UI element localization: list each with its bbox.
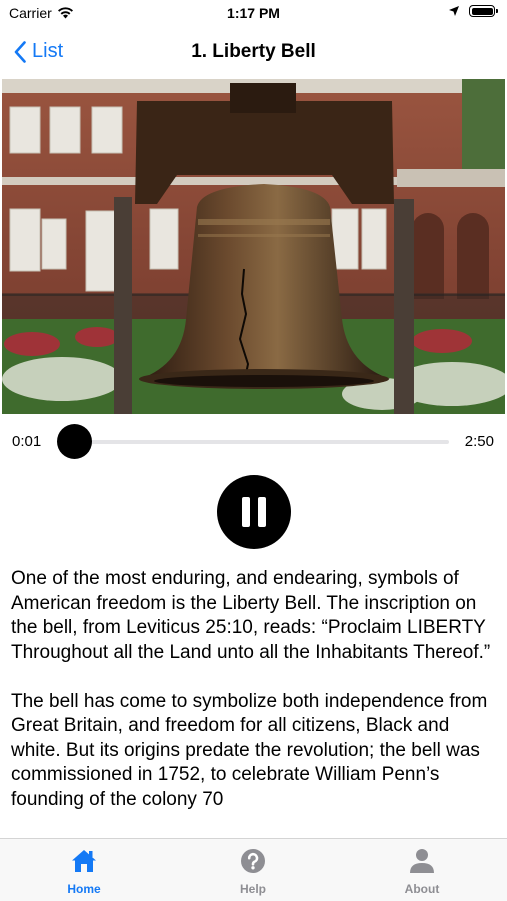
pause-icon-bar-right (258, 497, 266, 527)
status-bar: Carrier 1:17 PM (0, 0, 507, 28)
duration: 2:50 (464, 433, 494, 450)
current-time: 0:01 (12, 433, 42, 450)
tab-help-label: Help (239, 882, 266, 896)
location-arrow-icon (449, 6, 459, 16)
description: One of the most enduring, and endearing,… (11, 567, 497, 837)
pause-icon-bar-left (242, 497, 250, 527)
scrubber-thumb[interactable] (57, 424, 92, 459)
person-icon (410, 849, 434, 873)
description-paragraph: The bell has come to symbolize both inde… (11, 690, 488, 810)
tab-about[interactable]: About (362, 848, 482, 896)
status-time: 1:17 PM (227, 5, 280, 21)
navigation-bar: List 1. Liberty Bell (0, 28, 507, 78)
tab-bar: Home Help About (0, 838, 507, 901)
tab-home[interactable]: Home (24, 848, 144, 896)
battery-icon (469, 5, 498, 17)
tab-help[interactable]: Help (193, 848, 313, 896)
description-paragraph: One of the most enduring, and endearing,… (11, 568, 491, 663)
liberty-bell-photo (2, 79, 505, 414)
house-icon (72, 850, 96, 872)
tab-home-label: Home (67, 882, 101, 896)
pause-button[interactable] (217, 475, 291, 549)
page-title: 1. Liberty Bell (191, 41, 316, 62)
tab-about-label: About (404, 882, 440, 896)
progress-track[interactable] (74, 440, 449, 444)
question-circle-icon (241, 849, 265, 873)
